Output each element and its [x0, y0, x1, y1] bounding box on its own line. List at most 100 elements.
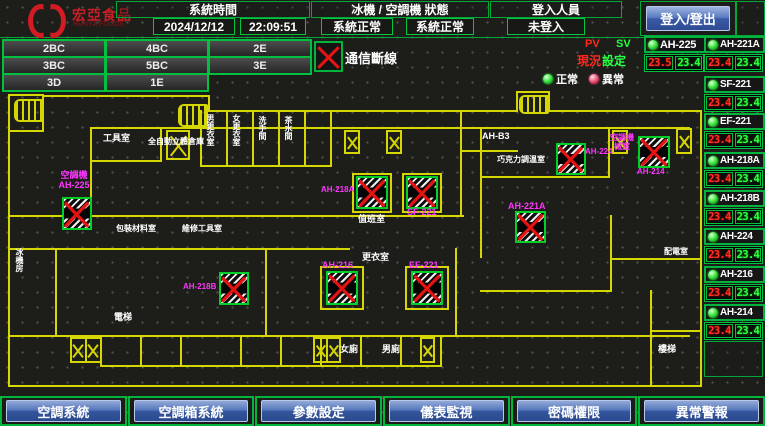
wall-segment [208, 110, 518, 112]
fan-sf-221-icon[interactable] [406, 176, 438, 209]
tag-line: 空調機 [610, 133, 634, 142]
wall-segment [90, 127, 690, 129]
machine-status-title: 冰機 / 空調機 狀態 [311, 1, 489, 18]
room-label-v3: 洗手間 [257, 116, 267, 140]
status-led [708, 232, 718, 242]
room-label-locker: 更衣室 [362, 252, 389, 262]
room-label-repair: 維修工具室 [182, 224, 222, 234]
wall-segment [460, 110, 462, 217]
fan-ah-218b-icon[interactable] [219, 272, 249, 305]
unit-ef-221[interactable]: EF-221 [704, 113, 765, 130]
fan-ah-221a-icon[interactable] [515, 211, 546, 243]
tag-ef-221: EF-221 [409, 260, 439, 270]
nav-cell: 參數設定 [255, 396, 382, 426]
room-label-v1: 男更衣室 [205, 114, 215, 146]
login-title: 登入人員 [490, 1, 622, 18]
shaft-icon [420, 337, 435, 363]
unit-ah-216[interactable]: AH-216 [704, 266, 765, 283]
pv-value: 23.4 [706, 324, 733, 338]
fan-ah-214-icon[interactable] [638, 136, 670, 168]
wall-segment [304, 110, 306, 167]
wall-segment [400, 335, 402, 365]
stairs-icon [14, 99, 44, 122]
tag-line: 械室 [614, 142, 630, 151]
pv-value: 23.4 [706, 172, 733, 186]
wall-segment [548, 110, 702, 112]
nav-password-permission-button[interactable]: 密碼權限 [517, 400, 632, 422]
legend-sv-caption: 設定 [602, 52, 626, 69]
room-label-warehouse: 全自動立體倉庫 [148, 137, 204, 147]
unit-name: AH-225 [660, 39, 696, 51]
nav-ahu-system-button[interactable]: 空調箱系統 [134, 400, 249, 422]
unit-ah-221a-values: 23.4 23.4 [704, 54, 763, 72]
tag-ah-221a: AH-221A [508, 201, 546, 211]
fan-ef-221-icon[interactable] [411, 271, 443, 305]
status-led [708, 194, 718, 204]
shaft-icon [344, 130, 360, 154]
unit-ah-218b-values: 23.4 23.4 [704, 208, 763, 226]
room-label-chiller: 冰機房 [14, 248, 24, 272]
header-corner-cell [736, 1, 765, 36]
wall-segment [516, 91, 518, 112]
wall-segment [455, 248, 457, 337]
unit-ah-225[interactable]: AH-225 [644, 36, 706, 53]
sv-value: 23.4 [735, 248, 762, 262]
unit-ah-214[interactable]: AH-214 [704, 304, 765, 321]
hmi-screen: 宏亞食品 HUNYA FOODS 系統時間 2024/12/12 22:09:5… [0, 0, 765, 426]
wall-segment [650, 330, 702, 332]
header-bar: 宏亞食品 HUNYA FOODS 系統時間 2024/12/12 22:09:5… [0, 0, 765, 38]
unit-ah-218a[interactable]: AH-218A [704, 152, 765, 169]
system-time-value: 22:09:51 [240, 18, 306, 35]
stairs-icon [178, 104, 208, 127]
unit-sf-221[interactable]: SF-221 [704, 76, 765, 93]
tag-ah-225: 空調機 AH-225 [52, 170, 96, 190]
unit-name: AH-214 [720, 307, 753, 318]
status-led [708, 270, 718, 280]
sv-value: 23.4 [735, 172, 762, 186]
unit-name: AH-218B [720, 193, 760, 204]
sv-value: 23.4 [735, 324, 762, 338]
pv-value: 23.4 [706, 210, 733, 224]
wall-segment [360, 335, 362, 365]
unit-ah-218b[interactable]: AH-218B [704, 190, 765, 207]
wall-segment [700, 110, 702, 387]
floor-button-3d[interactable]: 3D [2, 73, 106, 92]
wall-segment [330, 110, 332, 167]
chiller-status-value: 系統正常 [321, 18, 393, 35]
nav-parameter-settings-button[interactable]: 參數設定 [261, 400, 376, 422]
abnormal-led-icon [589, 74, 599, 84]
unit-ah-224[interactable]: AH-224 [704, 228, 765, 245]
nav-cell: 空調系統 [0, 396, 127, 426]
unit-ah-221a[interactable]: AH-221A [704, 36, 765, 53]
wall-segment [280, 335, 282, 365]
login-logout-button[interactable]: 登入/登出 [646, 6, 730, 31]
fan-ah-218a-icon[interactable] [356, 176, 388, 209]
nav-ac-system-button[interactable]: 空調系統 [6, 400, 121, 422]
fan-ah-225-icon[interactable] [62, 197, 92, 230]
fan-ah-216-icon[interactable] [326, 271, 358, 305]
wall-segment [180, 335, 182, 365]
wall-segment [8, 248, 350, 250]
floor-button-3e[interactable]: 3E [208, 56, 312, 75]
wall-segment [480, 176, 608, 178]
nav-cell: 儀表監視 [383, 396, 510, 426]
room-label-packing: 包裝材料室 [116, 224, 156, 234]
nav-meter-monitor-button[interactable]: 儀表監視 [389, 400, 504, 422]
nav-abnormal-alarm-button[interactable]: 異常警報 [644, 400, 759, 422]
system-date-value: 2024/12/12 [153, 18, 235, 35]
stairs-icon [519, 95, 549, 114]
login-user-value: 未登入 [507, 18, 585, 35]
wall-segment [265, 248, 267, 337]
unit-name: AH-218A [720, 155, 760, 166]
fan-ah-224-icon[interactable] [556, 143, 586, 175]
sv-value: 23.4 [675, 56, 702, 70]
tag-line: 空調機 [60, 170, 87, 180]
status-led [708, 40, 718, 50]
floor-button-1e[interactable]: 1E [105, 73, 209, 92]
shaft-icon [676, 128, 692, 154]
wall-segment [252, 110, 254, 167]
wall-segment [610, 215, 612, 292]
legend-pv-caption: 現況 [577, 52, 601, 69]
tag-ah-216: AH-216 [322, 260, 353, 270]
normal-label: 正常 [556, 71, 578, 87]
